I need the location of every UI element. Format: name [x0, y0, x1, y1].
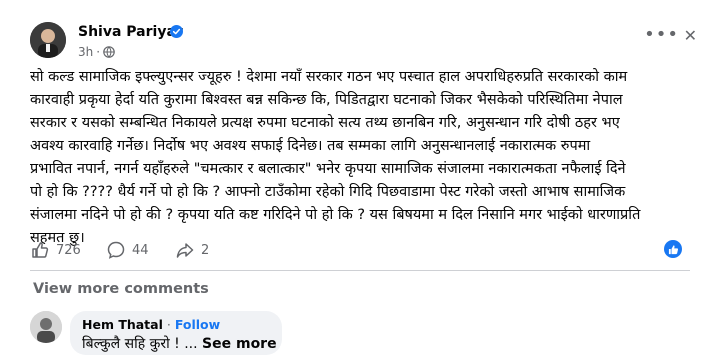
author-avatar[interactable]: [30, 22, 66, 58]
like-icon: [32, 242, 49, 258]
shares-count: 2: [201, 242, 210, 258]
post-header: Shiva Pariyar 3h · ••• ✕: [18, 16, 697, 60]
author-name[interactable]: Shiva Pariyar: [78, 24, 183, 40]
comment-text: बिल्कुलै सहि कुरो ! ... See more: [82, 334, 277, 353]
post-meta: 3h ·: [78, 45, 115, 59]
reactions-bar: 726 44 2: [30, 240, 690, 262]
view-more-comments-link[interactable]: View more comments: [33, 281, 209, 297]
liked-icon: [664, 240, 682, 258]
commenter-avatar[interactable]: [30, 311, 62, 343]
commenter-name[interactable]: Hem Thatal: [82, 317, 163, 332]
post-text: सो कल्ड सामाजिक इफ्ल्युएन्सर ज्यूहरु ! द…: [30, 69, 641, 246]
globe-icon: [103, 46, 115, 58]
like-action[interactable]: 726: [30, 240, 81, 260]
post-time[interactable]: 3h: [78, 45, 93, 59]
close-icon[interactable]: ✕: [684, 28, 697, 44]
comments-count: 44: [132, 242, 149, 258]
verified-icon: [170, 25, 183, 38]
follow-link[interactable]: Follow: [175, 317, 220, 332]
commenter-separator: ·: [166, 317, 171, 332]
share-action[interactable]: 2: [175, 240, 209, 260]
more-icon[interactable]: •••: [644, 26, 679, 44]
see-more-link[interactable]: See more: [202, 336, 277, 352]
comment-action[interactable]: 44: [106, 240, 149, 260]
likes-count: 726: [56, 242, 81, 258]
commenter-row: Hem Thatal · Follow: [82, 317, 220, 332]
post-card: Shiva Pariyar 3h · ••• ✕ सो कल्ड सामाजिक…: [0, 0, 701, 362]
divider: [30, 270, 690, 271]
time-separator: ·: [96, 45, 101, 59]
comment-bubble: Hem Thatal · Follow बिल्कुलै सहि कुरो ! …: [70, 311, 282, 355]
comment-icon: [107, 241, 125, 259]
comment-body: बिल्कुलै सहि कुरो ! ...: [82, 336, 198, 352]
share-icon: [176, 243, 194, 258]
